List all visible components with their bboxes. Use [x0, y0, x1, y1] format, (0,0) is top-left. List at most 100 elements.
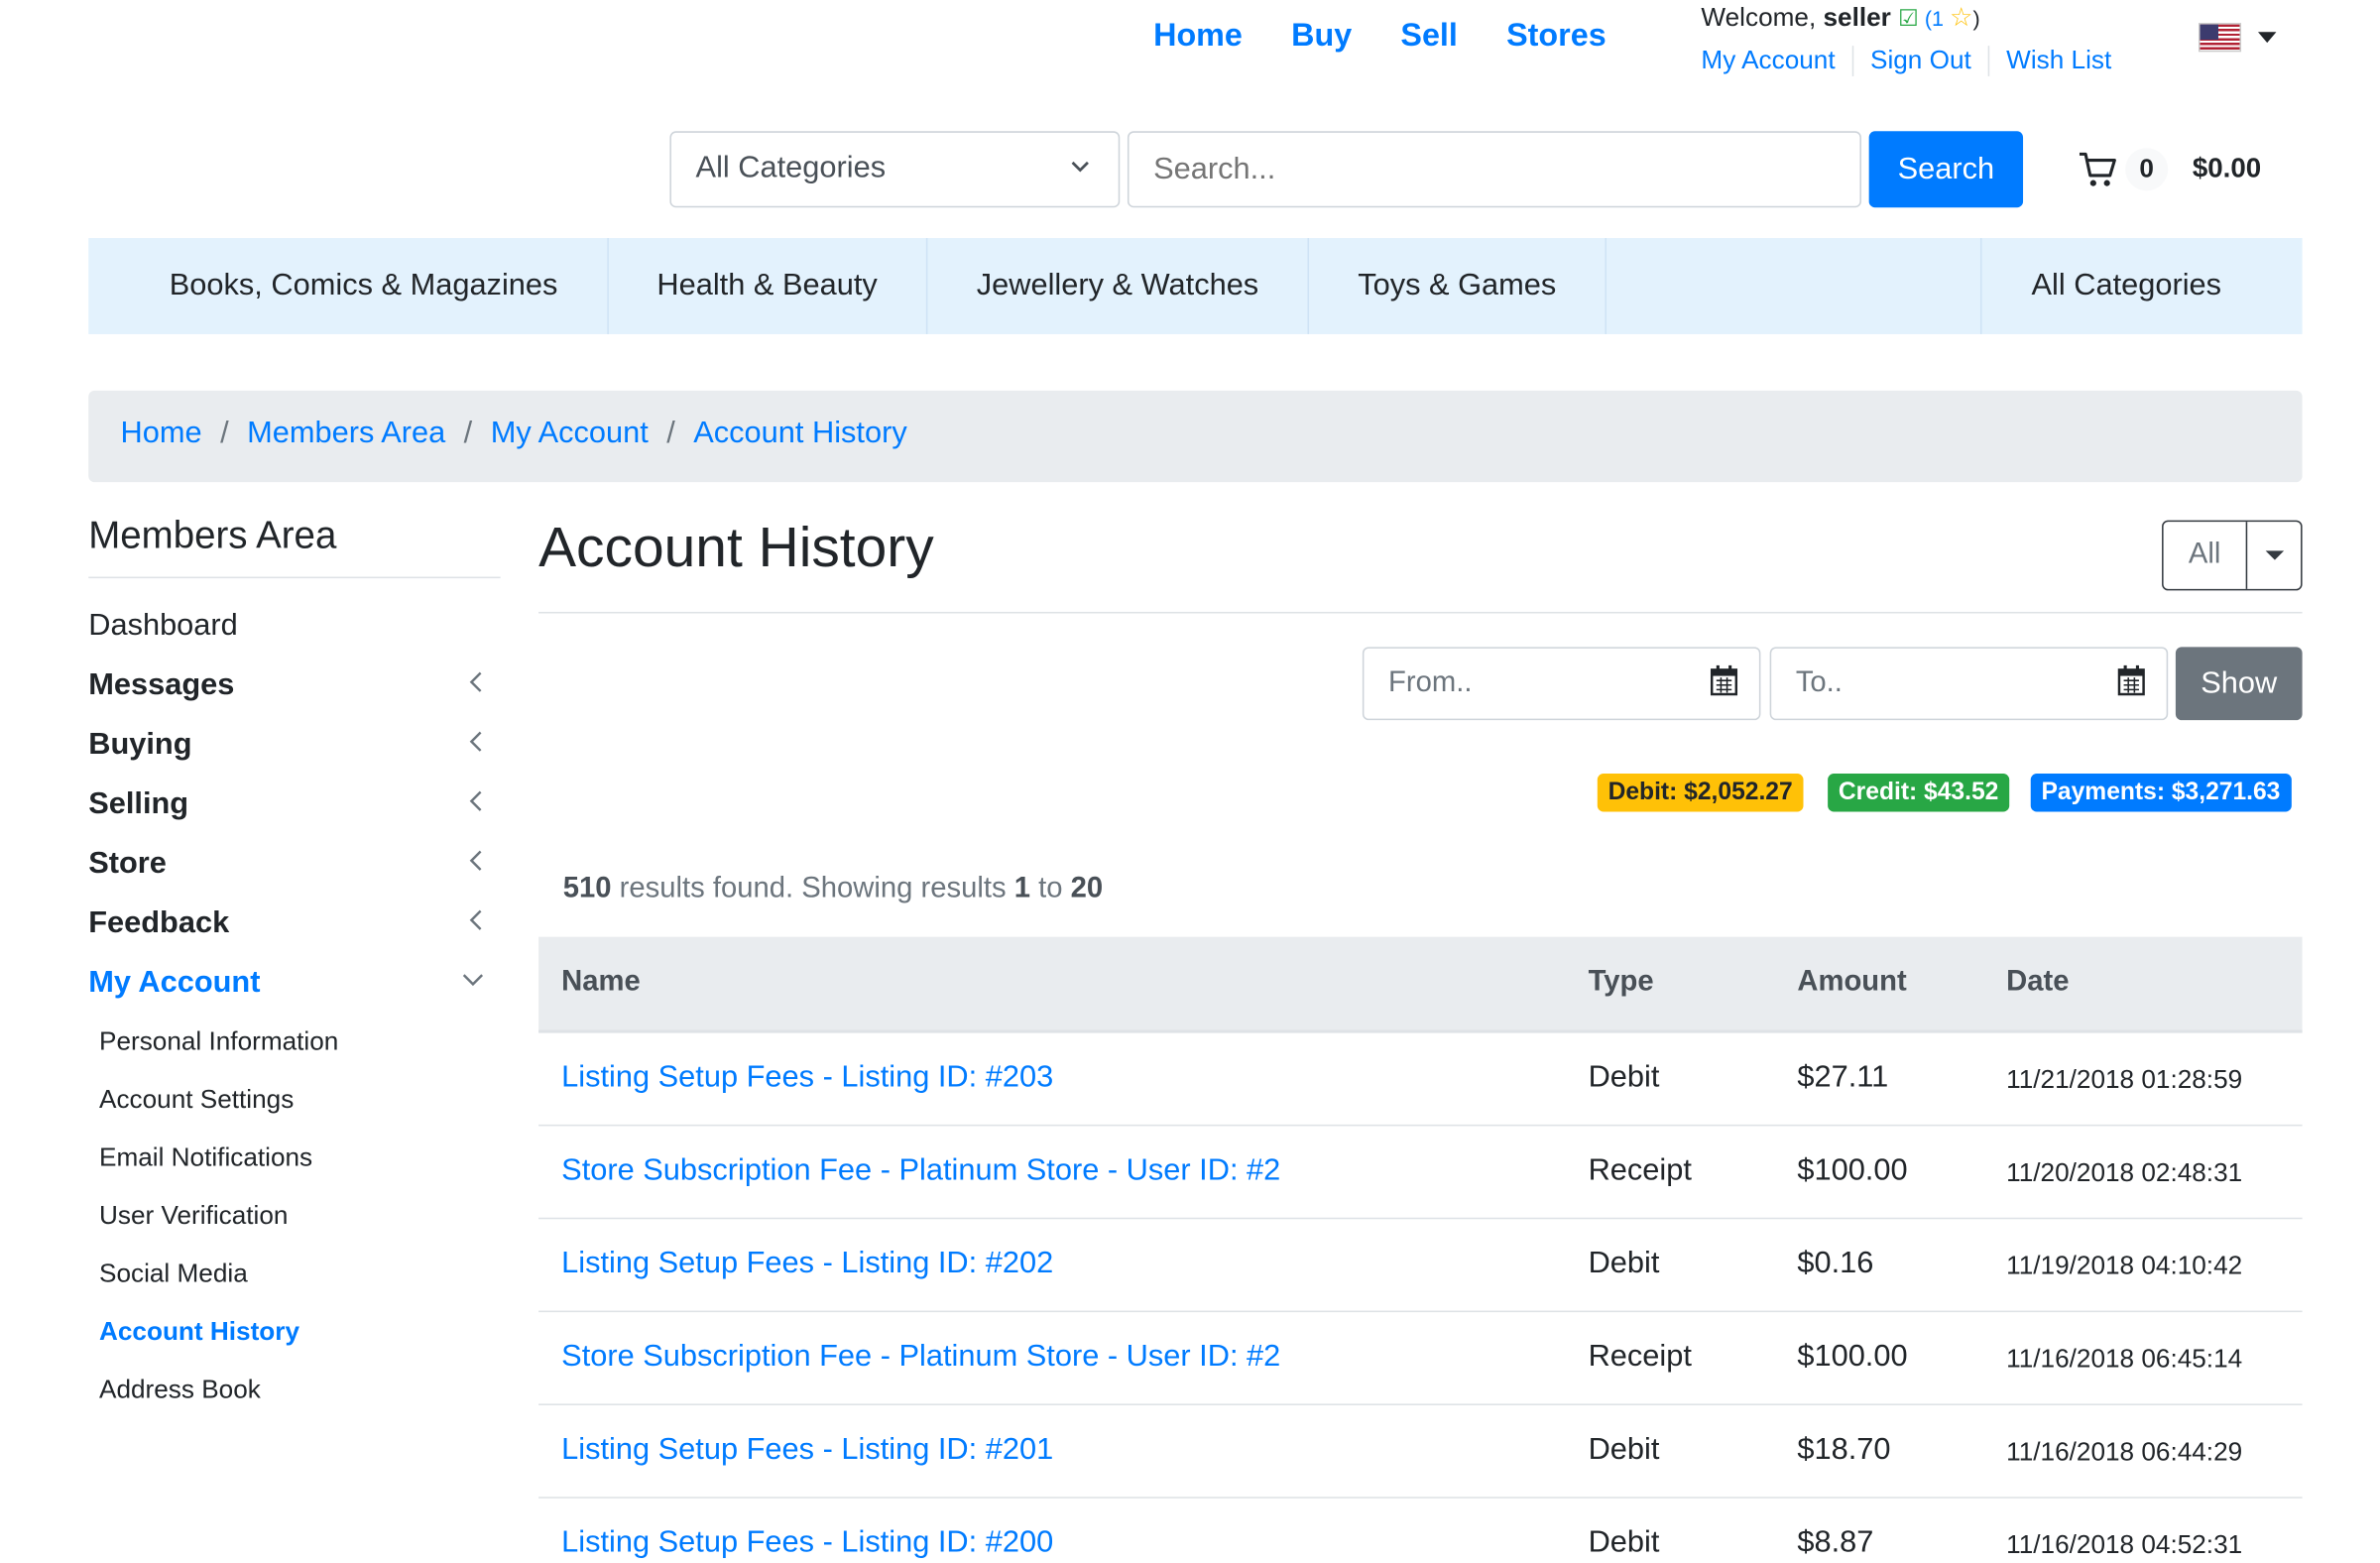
category-bar-spacer — [1606, 238, 1983, 334]
row-date: 11/16/2018 06:45:14 — [2006, 1344, 2243, 1374]
category-select-value: All Categories — [695, 151, 887, 185]
sidebar-item-messages[interactable]: Messages — [88, 668, 488, 703]
table-row: Listing Setup Fees - Listing ID: #202 De… — [538, 1219, 2303, 1313]
table-row: Listing Setup Fees - Listing ID: #201 De… — [538, 1405, 2303, 1499]
row-date: 11/20/2018 02:48:31 — [2006, 1157, 2243, 1187]
column-header-name[interactable]: Name — [561, 966, 641, 1000]
category-books[interactable]: Books, Comics & Magazines — [88, 238, 609, 334]
welcome-prefix: Welcome, — [1701, 3, 1824, 33]
breadcrumb-members-area[interactable]: Members Area — [247, 417, 445, 456]
welcome-message: Welcome, seller ☑ (1 ☆) — [1701, 3, 1979, 34]
row-name-link[interactable]: Store Subscription Fee - Platinum Store … — [561, 1340, 1280, 1375]
sidebar-item-store[interactable]: Store — [88, 847, 488, 882]
sidebar-sub-user-verification[interactable]: User Verification — [99, 1201, 288, 1232]
category-bar: Books, Comics & Magazines Health & Beaut… — [88, 238, 2303, 334]
username[interactable]: seller — [1824, 3, 1891, 32]
row-name-link[interactable]: Listing Setup Fees - Listing ID: #203 — [561, 1060, 1053, 1095]
breadcrumb-separator: / — [220, 417, 229, 450]
row-amount: $100.00 — [1797, 1339, 1908, 1374]
sidebar-divider — [88, 576, 501, 579]
sidebar-item-dashboard[interactable]: Dashboard — [88, 609, 488, 644]
sidebar-sub-account-settings[interactable]: Account Settings — [99, 1085, 294, 1116]
column-header-type[interactable]: Type — [1589, 966, 1654, 1000]
from-date-field[interactable]: From.. — [1362, 647, 1761, 721]
cart-total: $0.00 — [2192, 152, 2262, 183]
sidebar-sub-address-book[interactable]: Address Book — [99, 1375, 261, 1405]
nav-home[interactable]: Home — [1153, 18, 1243, 55]
to-date-field[interactable]: To.. — [1769, 647, 2169, 721]
sidebar-item-selling[interactable]: Selling — [88, 787, 488, 822]
page-title: Account History — [538, 516, 934, 579]
nav-stores[interactable]: Stores — [1506, 18, 1606, 55]
column-header-amount[interactable]: Amount — [1797, 966, 1906, 1000]
row-type: Receipt — [1588, 1153, 1692, 1187]
row-date: 11/21/2018 01:28:59 — [2006, 1064, 2243, 1095]
category-jewellery[interactable]: Jewellery & Watches — [928, 238, 1309, 334]
sidebar-item-feedback[interactable]: Feedback — [88, 906, 488, 941]
row-amount: $27.11 — [1797, 1060, 1889, 1095]
search-input[interactable] — [1127, 131, 1861, 208]
verified-check-icon: ☑ — [1898, 6, 1919, 33]
row-amount: $100.00 — [1797, 1153, 1908, 1187]
sidebar-sub-email-notifications[interactable]: Email Notifications — [99, 1142, 312, 1173]
row-type: Debit — [1588, 1525, 1660, 1560]
filter-dropdown[interactable]: All — [2162, 520, 2303, 591]
row-name-link[interactable]: Listing Setup Fees - Listing ID: #200 — [561, 1526, 1053, 1561]
sidebar-sub-account-history[interactable]: Account History — [99, 1317, 299, 1348]
sidebar-item-label: Dashboard — [88, 608, 238, 643]
nav-sell[interactable]: Sell — [1400, 18, 1457, 55]
table-row: Listing Setup Fees - Listing ID: #200 De… — [538, 1499, 2303, 1563]
table-row: Store Subscription Fee - Platinum Store … — [538, 1312, 2303, 1405]
show-button[interactable]: Show — [2175, 647, 2303, 721]
sign-out-link[interactable]: Sign Out — [1851, 46, 1988, 76]
nav-buy[interactable]: Buy — [1291, 18, 1352, 55]
breadcrumb-separator: / — [666, 417, 675, 450]
sidebar-item-my-account[interactable]: My Account — [88, 966, 488, 1001]
wish-list-link[interactable]: Wish List — [1987, 46, 2128, 76]
chevron-left-icon — [467, 788, 485, 820]
breadcrumb-account-history[interactable]: Account History — [693, 417, 906, 456]
search-button[interactable]: Search — [1868, 131, 2024, 208]
calendar-icon[interactable] — [2117, 664, 2145, 696]
category-toys[interactable]: Toys & Games — [1309, 238, 1607, 334]
row-name-link[interactable]: Store Subscription Fee - Platinum Store … — [561, 1153, 1280, 1188]
row-type: Debit — [1588, 1432, 1660, 1467]
category-all[interactable]: All Categories — [1982, 238, 2302, 334]
cart-icon[interactable] — [2078, 150, 2117, 189]
caret-down-icon[interactable] — [2257, 32, 2277, 44]
row-name-link[interactable]: Listing Setup Fees - Listing ID: #202 — [561, 1247, 1053, 1281]
sidebar-item-label: Buying — [88, 727, 192, 762]
sidebar-item-label: Selling — [88, 786, 189, 821]
calendar-icon[interactable] — [1710, 664, 1738, 696]
row-name-link[interactable]: Listing Setup Fees - Listing ID: #201 — [561, 1433, 1053, 1468]
sidebar-sub-social-media[interactable]: Social Media — [99, 1259, 248, 1289]
chevron-left-icon — [467, 907, 485, 939]
sidebar-item-buying[interactable]: Buying — [88, 728, 488, 763]
us-flag-icon[interactable] — [2198, 23, 2242, 53]
caret-down-icon[interactable] — [2265, 550, 2285, 560]
category-select[interactable]: All Categories — [669, 131, 1121, 208]
results-to: 20 — [1070, 873, 1104, 905]
sidebar-item-label: My Account — [88, 965, 261, 1000]
to-date-placeholder: To.. — [1795, 666, 1843, 699]
row-amount: $0.16 — [1797, 1246, 1874, 1280]
column-header-date[interactable]: Date — [2006, 966, 2069, 1000]
results-to-text: to — [1029, 873, 1071, 905]
my-account-link[interactable]: My Account — [1701, 46, 1851, 76]
top-nav: Home Buy Sell Stores — [1153, 18, 1606, 55]
row-type: Debit — [1588, 1060, 1660, 1095]
sidebar-sub-personal-information[interactable]: Personal Information — [99, 1026, 338, 1057]
star-icon: ☆ — [1949, 3, 1973, 33]
title-divider — [538, 611, 2303, 614]
feedback-open: (1 — [1918, 6, 1950, 31]
filter-label[interactable]: All — [2164, 522, 2248, 589]
feedback-close: ) — [1972, 6, 1980, 31]
row-type: Debit — [1588, 1246, 1660, 1280]
breadcrumb-home[interactable]: Home — [121, 417, 202, 456]
sidebar-item-label: Feedback — [88, 905, 230, 940]
table-header: Name Type Amount Date — [538, 936, 2303, 1033]
from-date-placeholder: From.. — [1388, 666, 1473, 699]
category-health[interactable]: Health & Beauty — [608, 238, 928, 334]
breadcrumb-my-account[interactable]: My Account — [491, 417, 649, 456]
account-links: My Account Sign Out Wish List — [1701, 46, 2128, 76]
